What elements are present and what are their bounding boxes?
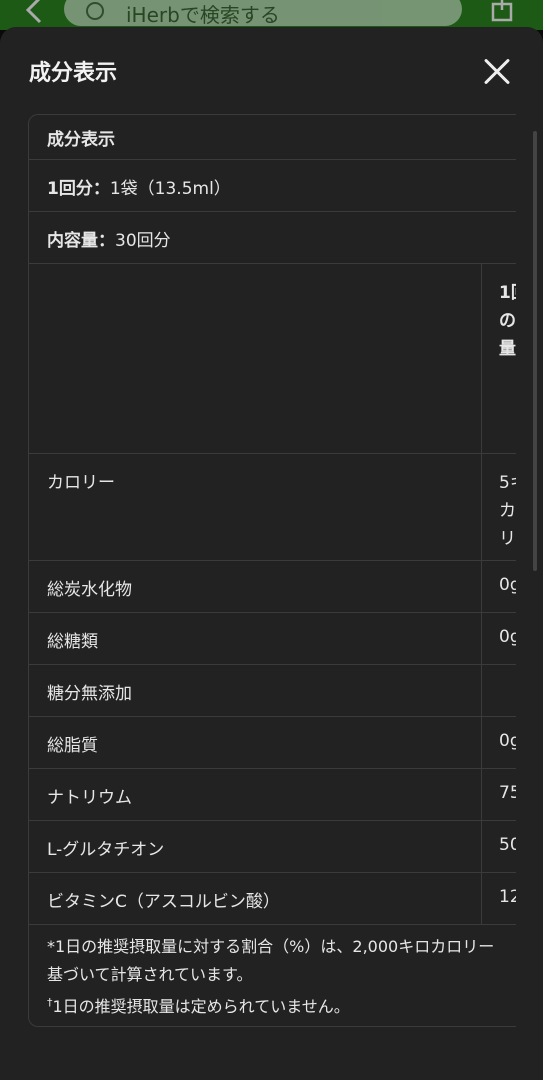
nutrient-name: カロリー: [47, 473, 115, 493]
table-heading: 成分表示: [47, 130, 115, 150]
nutrient-name: ビタミンC（アスコルビン酸）: [47, 892, 280, 912]
background-app-bar: iHerbで検索する: [0, 0, 543, 30]
serving-size-row: 1回分：1袋（13.5ml）: [29, 160, 516, 212]
serving-size: 1回分：1袋（13.5ml）: [47, 174, 231, 199]
servings-per-container-row: 内容量：30回分: [29, 212, 516, 264]
footnote-daily-value: *1日の推奨摂取量に対する割合（%）は、2,000キロカロリー: [47, 937, 495, 956]
sheet-title: 成分表示: [29, 61, 118, 86]
table-row: 総脂質 0g: [29, 717, 516, 769]
nutrient-name: 総糖類: [47, 632, 98, 652]
nutrient-amount: 12: [499, 887, 516, 907]
nutrient-amount: 0g: [499, 575, 516, 595]
table-row: 総炭水化物 0g: [29, 561, 516, 613]
nutrient-amount: リ: [499, 529, 516, 549]
servings-label: 内容量：: [47, 231, 115, 251]
table-heading-row: 成分表示: [29, 115, 516, 160]
nutrient-name: ナトリウム: [47, 788, 132, 808]
amount-header-line: 量: [499, 339, 516, 359]
share-icon[interactable]: [490, 0, 514, 22]
search-placeholder: iHerbで検索する: [126, 3, 280, 27]
scrollbar[interactable]: [533, 131, 537, 571]
table-row: 糖分無添加: [29, 665, 516, 717]
amount-header-line: 1回: [499, 283, 516, 303]
footnote-not-established-text: 1日の推奨摂取量は定められていません。: [52, 997, 350, 1016]
nutrient-name: 総炭水化物: [47, 580, 132, 600]
servings-value: 30回分: [115, 231, 171, 251]
nutrient-amount-cell: 75: [481, 769, 516, 820]
nutrient-amount-cell: 0g: [481, 717, 516, 768]
nutrient-name: L-グルタチオン: [47, 840, 165, 860]
search-icon: [86, 2, 104, 20]
footnote-daily-value-cont: 基づいて計算されています。: [47, 965, 253, 984]
close-icon[interactable]: [476, 51, 518, 93]
nutrition-sheet: 成分表示 成分表示 1回分：1袋（13.5ml） 内容量：30回分 1回 の 量…: [0, 27, 543, 1080]
amount-header-line: の: [499, 311, 516, 331]
supplement-facts-table: 成分表示 1回分：1袋（13.5ml） 内容量：30回分 1回 の 量 カロリー…: [28, 114, 516, 1027]
search-input[interactable]: iHerbで検索する: [64, 0, 462, 27]
nutrient-name: 糖分無添加: [47, 684, 132, 704]
nutrient-name: 総脂質: [47, 736, 98, 756]
nutrient-amount-cell: 0g: [481, 613, 516, 664]
amount-header-row: 1回 の 量: [29, 264, 516, 454]
nutrient-amount-cell: 0g: [481, 561, 516, 612]
footnote-not-established: †1日の推奨摂取量は定められていません。: [47, 989, 516, 1021]
nutrient-amount-cell: 5キ カ リ: [481, 454, 516, 560]
chevron-left-icon[interactable]: [24, 0, 44, 24]
table-row: ナトリウム 75: [29, 769, 516, 821]
nutrient-amount: 75: [499, 783, 516, 803]
footnotes: *1日の推奨摂取量に対する割合（%）は、2,000キロカロリー 基づいて計算され…: [47, 933, 516, 1021]
nutrient-amount: カ: [499, 501, 516, 521]
nutrient-amount-cell: 50: [481, 821, 516, 872]
nutrient-amount: 50: [499, 835, 516, 855]
table-row: カロリー 5キ カ リ: [29, 454, 516, 561]
amount-header-cell: 1回 の 量: [481, 264, 516, 453]
serving-size-label: 1回分：: [47, 179, 110, 199]
table-row: 総糖類 0g: [29, 613, 516, 665]
nutrient-amount: 5キ: [499, 473, 516, 493]
servings-per-container: 内容量：30回分: [47, 226, 171, 251]
nutrient-amount-cell: 12: [481, 873, 516, 924]
nutrient-amount-cell: [481, 665, 516, 716]
table-row: ビタミンC（アスコルビン酸） 12: [29, 873, 516, 925]
nutrient-amount: 0g: [499, 627, 516, 647]
nutrient-amount: 0g: [499, 731, 516, 751]
table-row: L-グルタチオン 50: [29, 821, 516, 873]
serving-size-value: 1袋（13.5ml）: [109, 179, 231, 199]
